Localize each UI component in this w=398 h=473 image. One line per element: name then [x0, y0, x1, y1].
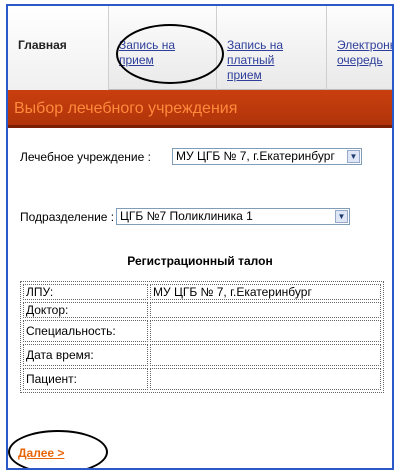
institution-select-value: МУ ЦГБ № 7, г.Екатеринбург	[176, 149, 335, 163]
talon-label-specialty: Специальность:	[23, 320, 148, 342]
chevron-down-icon[interactable]: ▼	[347, 150, 360, 163]
talon-label-datetime: Дата время:	[23, 344, 148, 366]
talon-label-lpu: ЛПУ:	[23, 284, 148, 300]
talon-value-datetime	[150, 344, 381, 366]
section-title: Выбор лечебного учреждения	[8, 90, 392, 128]
nav-appointment-link[interactable]: Запись на прием	[119, 38, 189, 68]
table-row: Доктор:	[23, 302, 381, 318]
table-row: Специальность:	[23, 320, 381, 342]
chevron-down-icon[interactable]: ▼	[335, 210, 348, 223]
talon-title: Регистрационный талон	[127, 254, 273, 268]
top-navigation: Главная Запись на прием Запись на платны…	[8, 6, 392, 90]
next-link[interactable]: Далее >	[18, 446, 64, 460]
talon-label-patient: Пациент:	[23, 368, 148, 390]
institution-label: Лечебное учреждение :	[20, 150, 151, 164]
department-select-value: ЦГБ №7 Поликлиника 1	[120, 209, 253, 223]
table-row: ЛПУ: МУ ЦГБ № 7, г.Екатеринбург	[23, 284, 381, 300]
table-row: Дата время:	[23, 344, 381, 366]
institution-select[interactable]: МУ ЦГБ № 7, г.Екатеринбург ▼	[172, 148, 362, 165]
department-label: Подразделение :	[20, 210, 115, 224]
talon-label-doctor: Доктор:	[23, 302, 148, 318]
nav-electronic-queue-link[interactable]: Электронная очередь	[337, 38, 392, 68]
page-frame: Главная Запись на прием Запись на платны…	[6, 4, 394, 470]
nav-electronic-queue[interactable]: Электронная очередь	[326, 6, 392, 90]
registration-talon-table: ЛПУ: МУ ЦГБ № 7, г.Екатеринбург Доктор: …	[20, 281, 384, 393]
nav-paid-appointment[interactable]: Запись на платный прием	[216, 6, 326, 90]
talon-value-doctor	[150, 302, 381, 318]
nav-home-label: Главная	[18, 38, 67, 52]
nav-paid-appointment-link[interactable]: Запись на платный прием	[227, 38, 307, 83]
nav-appointment[interactable]: Запись на прием	[108, 6, 216, 90]
table-row: Пациент:	[23, 368, 381, 390]
department-select[interactable]: ЦГБ №7 Поликлиника 1 ▼	[116, 208, 350, 225]
nav-home[interactable]: Главная	[8, 6, 108, 90]
talon-value-patient	[150, 368, 381, 390]
talon-value-specialty	[150, 320, 381, 342]
talon-value-lpu: МУ ЦГБ № 7, г.Екатеринбург	[150, 284, 381, 300]
